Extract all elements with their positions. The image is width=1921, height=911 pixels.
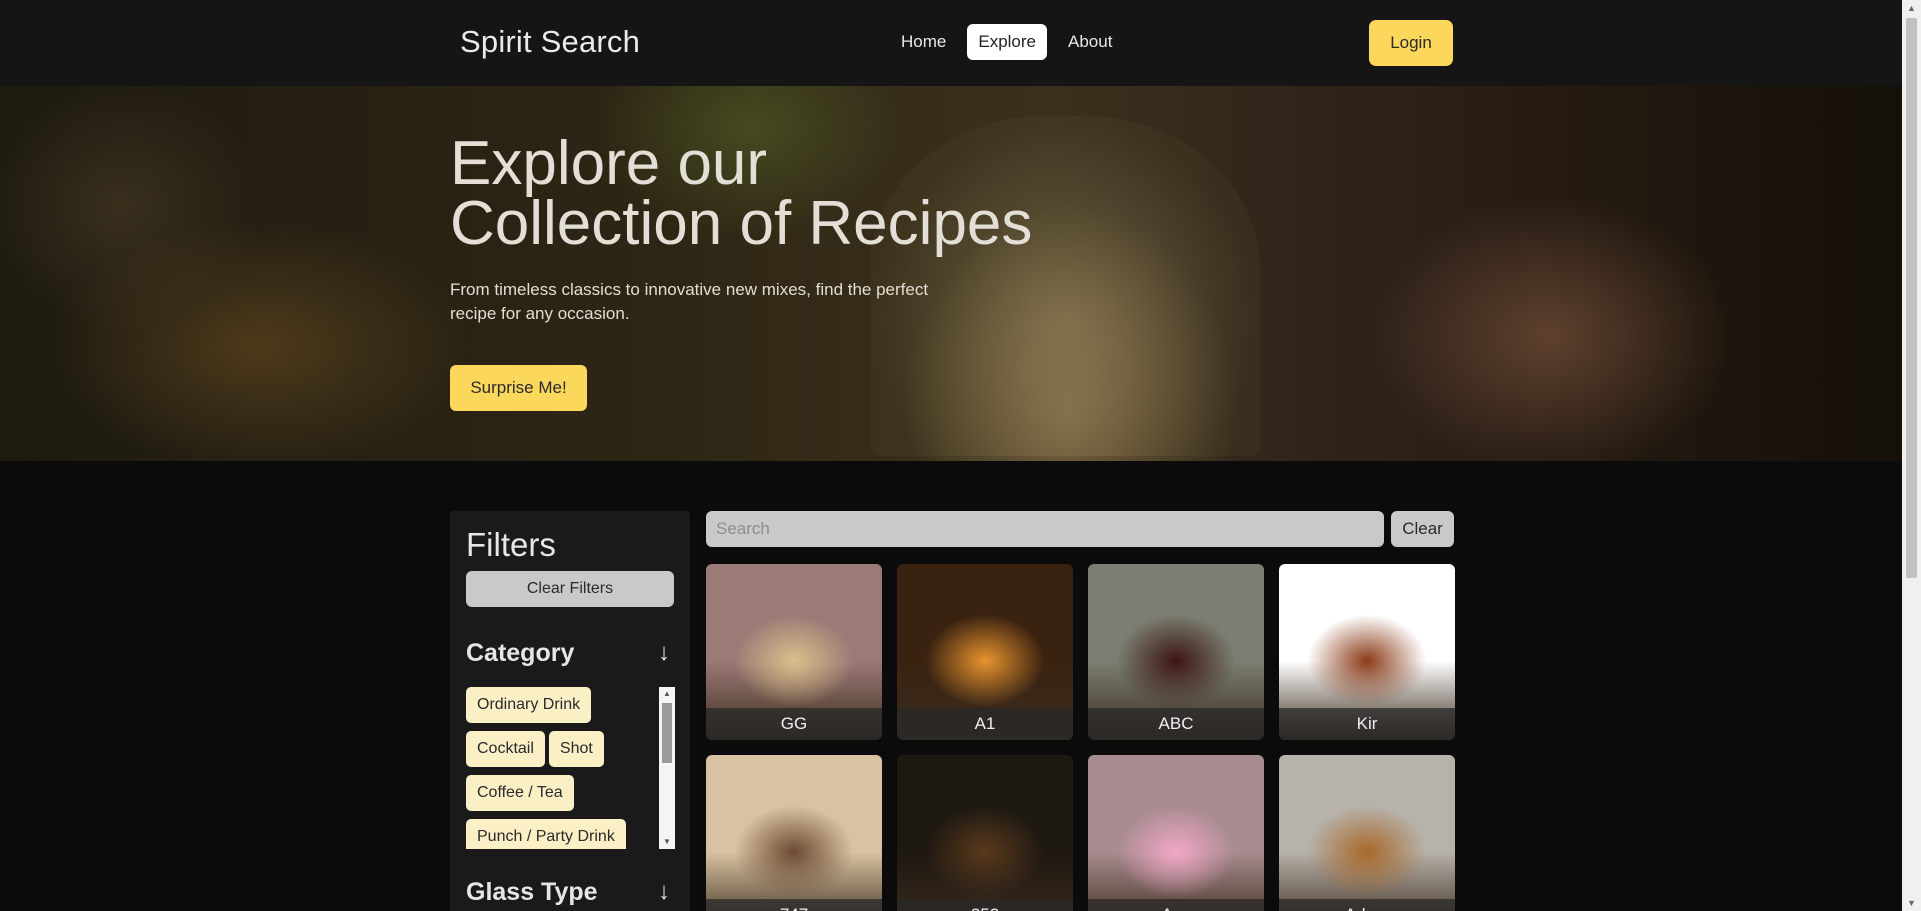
glass-type-heading: Glass Type: [466, 878, 598, 906]
scroll-up-arrow-icon[interactable]: ▲: [659, 687, 675, 701]
glass-type-section-header[interactable]: Glass Type ↓: [466, 878, 674, 908]
drink-card[interactable]: ABC: [1088, 564, 1264, 740]
scroll-down-arrow-icon[interactable]: ▼: [659, 835, 675, 849]
drink-name: Kir: [1279, 708, 1455, 740]
category-section-header[interactable]: Category ↓: [466, 639, 674, 669]
drink-name: 747: [706, 899, 882, 911]
arrow-down-icon[interactable]: ↓: [658, 639, 670, 667]
surprise-me-button[interactable]: Surprise Me!: [450, 365, 587, 411]
arrow-down-icon[interactable]: ↓: [658, 878, 670, 906]
nav-links: Home Explore About: [890, 24, 1123, 60]
drink-name: Ace: [1088, 899, 1264, 911]
drink-name: A1: [897, 708, 1073, 740]
drink-name: GG: [706, 708, 882, 740]
drink-card[interactable]: A1: [897, 564, 1073, 740]
drink-photo: [706, 755, 882, 911]
category-chip-shot[interactable]: Shot: [548, 731, 604, 767]
login-button[interactable]: Login: [1369, 20, 1453, 66]
nav-link-home[interactable]: Home: [890, 24, 957, 60]
hero-title: Explore our Collection of Recipes: [450, 129, 1150, 258]
page-scrollbar-thumb[interactable]: [1906, 18, 1917, 578]
clear-search-button[interactable]: Clear: [1391, 511, 1454, 547]
drink-name: ABC: [1088, 708, 1264, 740]
drink-photo: [1088, 755, 1264, 911]
drink-card[interactable]: GG: [706, 564, 882, 740]
filters-title: Filters: [466, 526, 556, 563]
category-chip-ordinary-drink[interactable]: Ordinary Drink: [466, 687, 592, 723]
drink-card[interactable]: Adam: [1279, 755, 1455, 911]
scroll-down-arrow-icon[interactable]: ▼: [1902, 895, 1921, 911]
nav-link-explore[interactable]: Explore: [967, 24, 1047, 60]
drink-card[interactable]: Ace: [1088, 755, 1264, 911]
nav-link-about[interactable]: About: [1057, 24, 1123, 60]
brand-logo-text[interactable]: Spirit Search: [460, 24, 640, 60]
category-chip-coffee-tea[interactable]: Coffee / Tea: [466, 775, 574, 811]
drink-name: 252: [897, 899, 1073, 911]
category-chip-cocktail[interactable]: Cocktail: [466, 731, 545, 767]
drink-name: Adam: [1279, 899, 1455, 911]
hero-title-line-1: Explore our: [450, 129, 768, 198]
top-navbar: Spirit Search Home Explore About Login: [0, 0, 1902, 86]
category-scrollbar[interactable]: ▲ ▼: [659, 687, 675, 849]
search-input[interactable]: [706, 511, 1384, 547]
category-chip-list: Ordinary Drink Cocktail Shot Coffee / Te…: [466, 687, 675, 849]
category-heading: Category: [466, 639, 575, 667]
hero-title-line-2: Collection of Recipes: [450, 189, 1033, 258]
category-chip-punch-party-drink[interactable]: Punch / Party Drink: [466, 819, 626, 849]
clear-filters-button[interactable]: Clear Filters: [466, 571, 674, 607]
page-scrollbar[interactable]: ▲ ▼: [1902, 0, 1921, 911]
drink-card[interactable]: 747: [706, 755, 882, 911]
scroll-up-arrow-icon[interactable]: ▲: [1902, 0, 1921, 16]
drink-photo: [897, 755, 1073, 911]
drink-card[interactable]: 252: [897, 755, 1073, 911]
filters-panel: Filters Clear Filters Category ↓ Ordinar…: [450, 511, 690, 911]
hero-banner: Explore our Collection of Recipes From t…: [0, 86, 1902, 461]
category-scrollbar-thumb[interactable]: [662, 703, 672, 763]
drink-card[interactable]: Kir: [1279, 564, 1455, 740]
hero-subtitle: From timeless classics to innovative new…: [450, 280, 929, 323]
drink-photo: [1279, 755, 1455, 911]
